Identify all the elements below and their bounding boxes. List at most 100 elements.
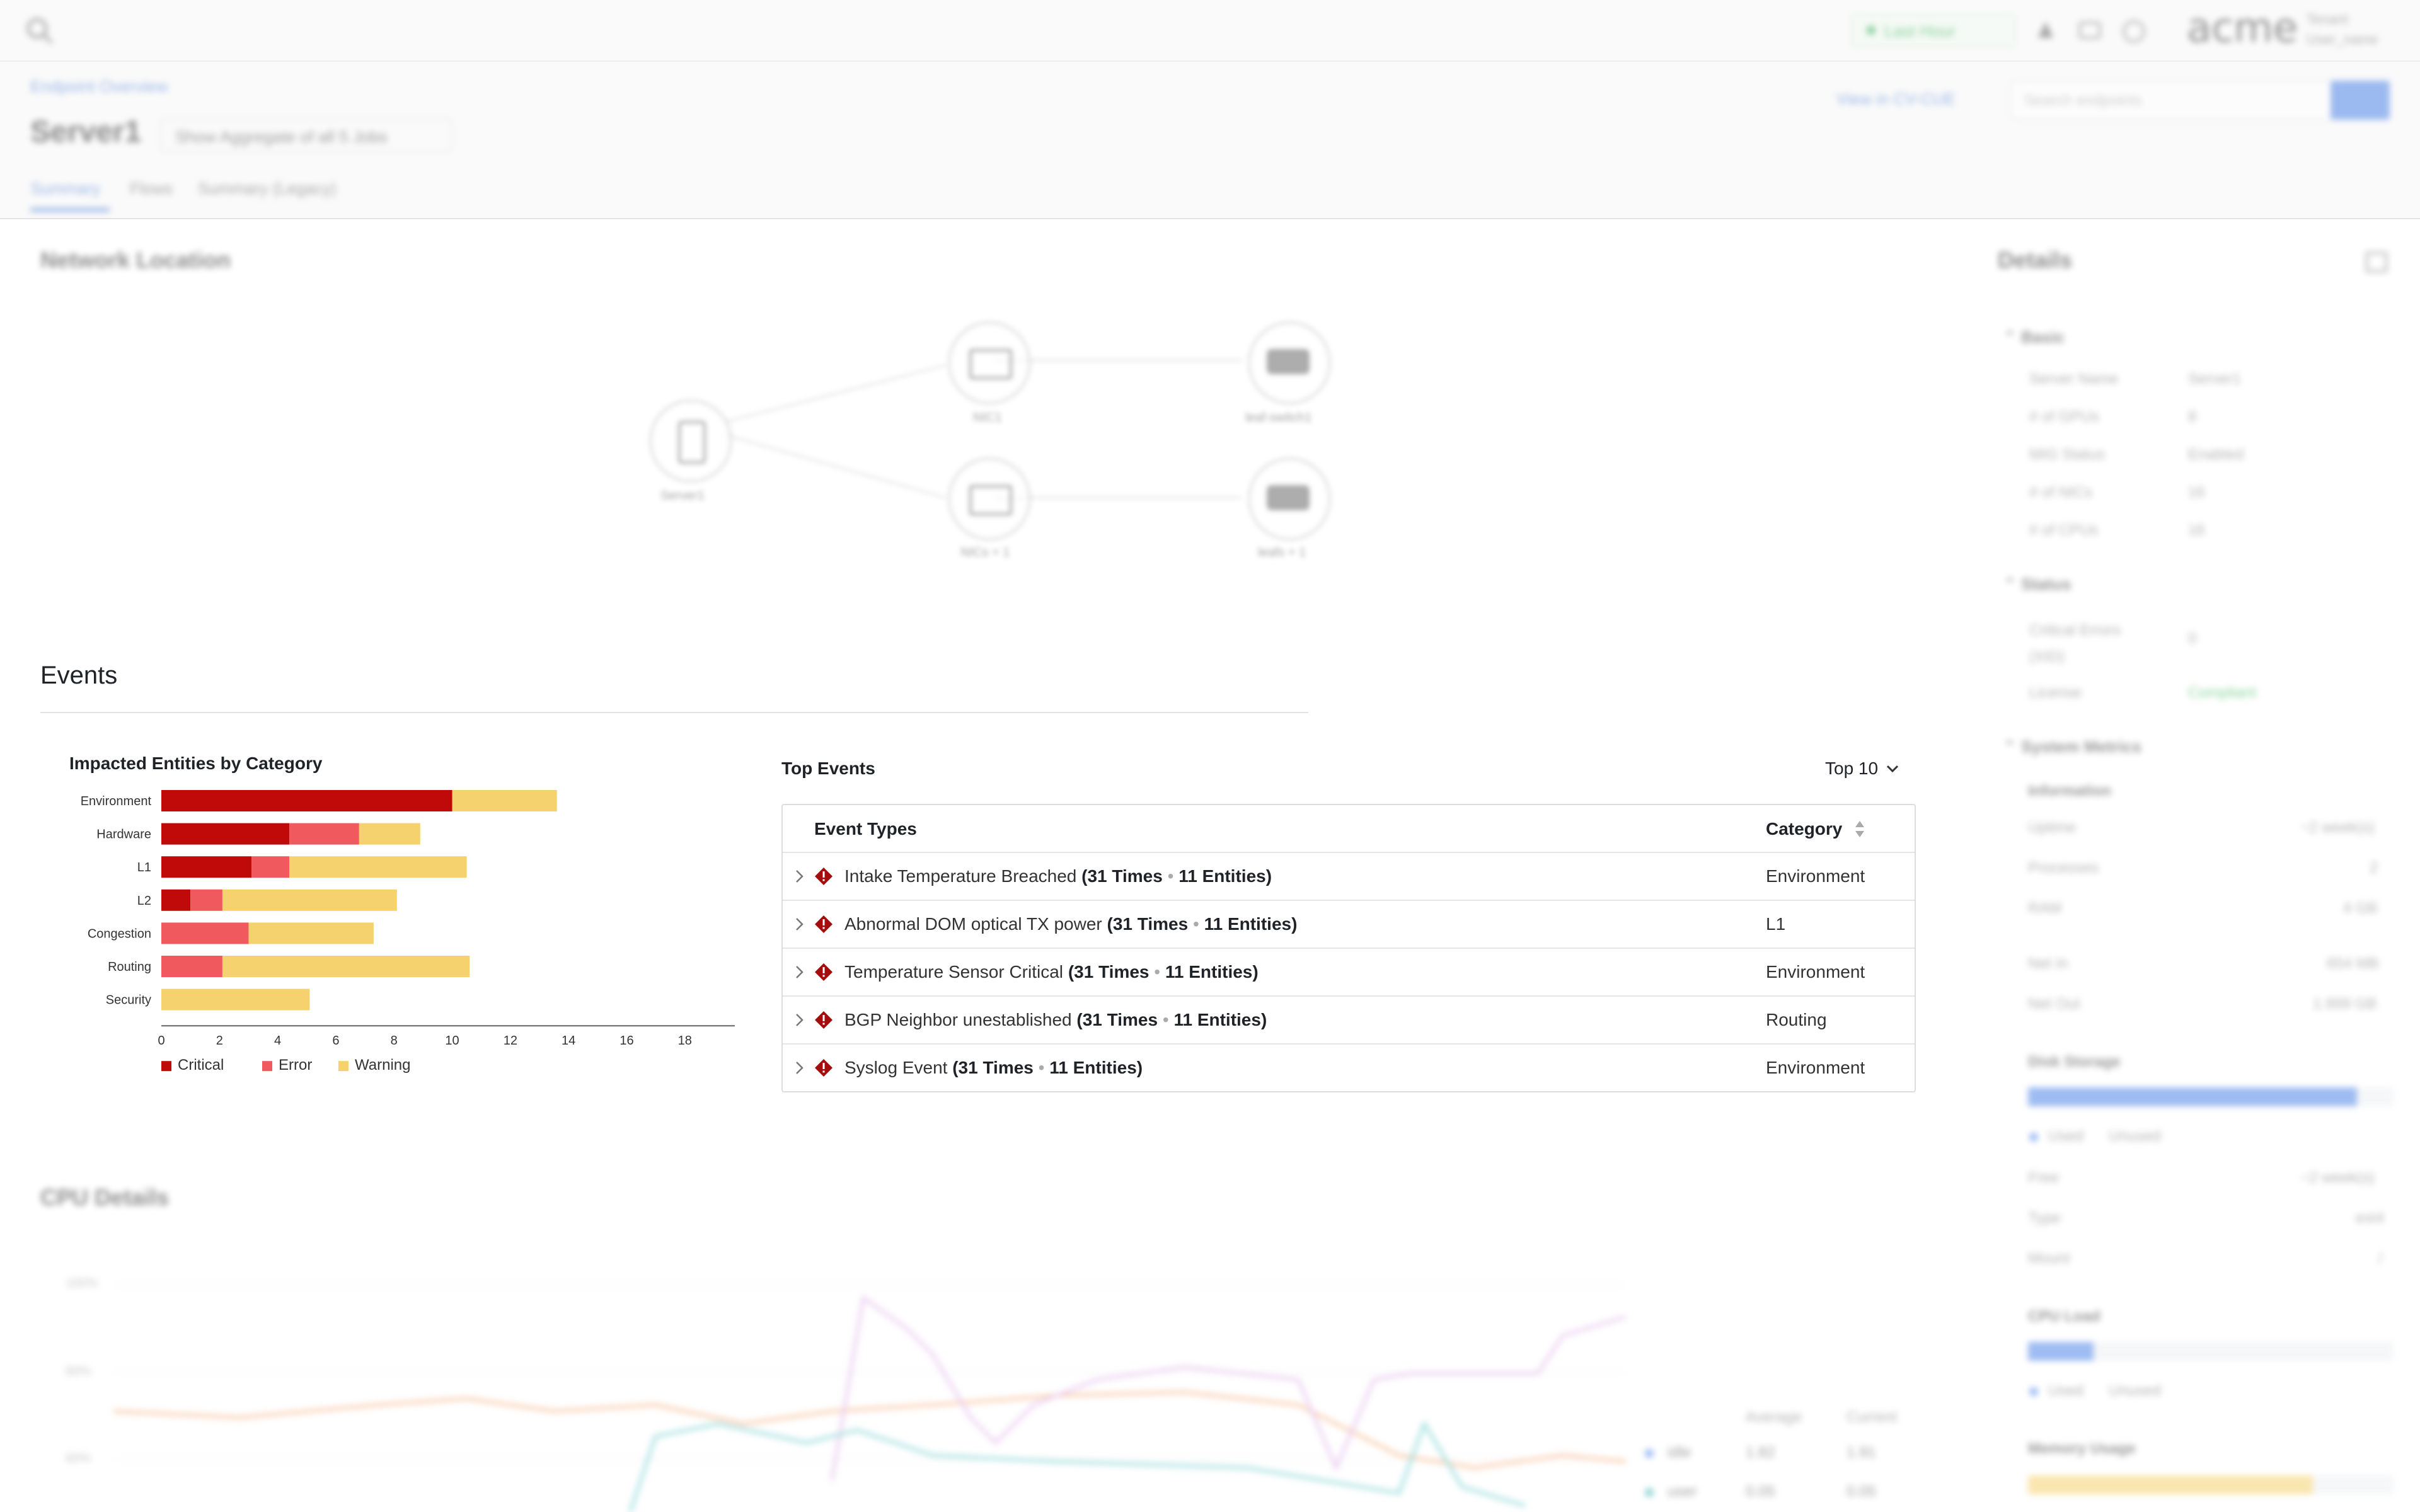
legend-label-critical: Critical	[178, 1057, 224, 1074]
separator-dot: •	[1162, 866, 1179, 886]
bar-critical	[161, 823, 290, 845]
legend-idle-dot	[1645, 1449, 1654, 1458]
chevron-right-icon[interactable]	[790, 1011, 809, 1029]
nics-group-node[interactable]	[948, 457, 1031, 541]
x-tick-label: 16	[619, 1034, 633, 1048]
leafs-group-node[interactable]	[1248, 457, 1331, 541]
chevron-right-icon[interactable]	[790, 915, 809, 934]
critical-errors-value: 0	[2188, 630, 2197, 647]
detail-value: 654 MB	[2327, 955, 2379, 972]
aggregate-select[interactable]: Show Aggregate of all 5 Jobs	[160, 118, 452, 152]
system-metrics-toggle[interactable]: ⌃ System Metrics	[2003, 737, 2141, 757]
legend-idle-average: 1.82	[1746, 1444, 1775, 1461]
bar-warning	[359, 823, 420, 845]
bar-error	[190, 889, 222, 911]
table-row[interactable]: Intake Temperature Breached (31 Times • …	[783, 853, 1915, 901]
status-section-toggle[interactable]: ⌃ Status	[2003, 575, 2071, 594]
memory-usage-fill	[2028, 1475, 2313, 1494]
chevron-right-icon[interactable]	[790, 963, 809, 982]
legend-swatch-warning	[338, 1061, 349, 1072]
legend-current-header: Current	[1847, 1409, 1898, 1426]
cpu-load-title: CPU Load	[2028, 1308, 2100, 1325]
y-tick-label: 60%	[66, 1452, 91, 1465]
legend-label-error: Error	[279, 1057, 312, 1074]
detail-key: Net Out	[2028, 995, 2080, 1012]
basic-section-toggle[interactable]: ⌃ Basic	[2003, 328, 2065, 347]
category-label: Security	[106, 994, 151, 1007]
detail-key: Net In	[2028, 955, 2069, 972]
event-name: Temperature Sensor Critical	[844, 962, 1064, 982]
server-node[interactable]	[649, 399, 732, 483]
tab-summary-legacy[interactable]: Summary (Legacy)	[198, 179, 337, 198]
bar-critical	[161, 889, 191, 911]
event-type: BGP Neighbor unestablished (31 Times • 1…	[844, 1010, 1267, 1030]
event-count: (31 Times	[952, 1058, 1034, 1077]
used-label: Used	[2048, 1128, 2084, 1145]
category-header[interactable]: Category	[1766, 819, 1866, 839]
active-tab-indicator	[30, 208, 110, 212]
detail-value: Server1	[2188, 370, 2242, 387]
chevron-right-icon[interactable]	[790, 1058, 809, 1077]
tab-summary[interactable]: Summary	[30, 179, 100, 198]
top-count-select[interactable]: Top 10	[1825, 759, 1901, 779]
event-type: Abnormal DOM optical TX power (31 Times …	[844, 914, 1297, 934]
separator-dot: •	[1033, 1058, 1050, 1077]
breadcrumb[interactable]: Endpoint Overview	[30, 77, 168, 96]
detail-value: /	[2378, 1250, 2383, 1267]
table-row[interactable]: BGP Neighbor unestablished (31 Times • 1…	[783, 997, 1915, 1045]
page-header: Endpoint Overview Server1 Show Aggregate…	[0, 62, 2420, 219]
endpoint-search-button[interactable]	[2331, 81, 2390, 120]
table-row[interactable]: Abnormal DOM optical TX power (31 Times …	[783, 901, 1915, 949]
nic-node[interactable]	[948, 321, 1031, 404]
event-category: Routing	[1766, 1010, 1827, 1029]
detail-key: RAM	[2028, 900, 2062, 917]
help-icon[interactable]	[2121, 19, 2146, 44]
endpoint-search-input[interactable]: Search endpoints	[2010, 81, 2334, 120]
x-tick-label: 18	[678, 1034, 692, 1048]
event-type: Intake Temperature Breached (31 Times • …	[844, 866, 1272, 886]
used-dot	[2029, 1133, 2038, 1142]
table-row[interactable]: Syslog Event (31 Times • 11 Entities) Env…	[783, 1045, 1915, 1091]
top-events-table: Event Types Category Intake Temperature …	[781, 804, 1916, 1092]
detail-key: Free	[2028, 1169, 2060, 1186]
separator-dot: •	[1149, 962, 1165, 982]
detail-value: ~2 week(s)	[2300, 1169, 2375, 1186]
collapse-panel-icon[interactable]	[2366, 252, 2387, 272]
unused-label: Unused	[2109, 1382, 2161, 1399]
chat-icon[interactable]	[2077, 19, 2102, 44]
x-tick-label: 0	[158, 1034, 164, 1048]
event-type: Temperature Sensor Critical (31 Times • …	[844, 962, 1259, 982]
chevron-down-icon	[1887, 765, 1899, 773]
chevron-right-icon[interactable]	[790, 867, 809, 886]
x-tick-label: 8	[391, 1034, 398, 1048]
separator-dot: •	[1158, 1010, 1174, 1029]
detail-value: 16	[2188, 484, 2205, 501]
event-category: Environment	[1766, 866, 1865, 886]
top-bar: Last Hour acme Tenant User_name	[0, 0, 2420, 62]
time-range-button[interactable]: Last Hour	[1850, 14, 2017, 48]
notification-icon[interactable]	[2033, 19, 2058, 44]
separator-dot: •	[1188, 914, 1204, 934]
table-header: Event Types Category	[783, 805, 1915, 853]
detail-value: 16	[2188, 522, 2205, 539]
table-row[interactable]: Temperature Sensor Critical (31 Times • …	[783, 949, 1915, 997]
license-label: License	[2029, 684, 2082, 701]
time-range-label: Last Hour	[1884, 21, 1956, 40]
detail-key: # of NICs	[2029, 484, 2093, 501]
view-in-cv-cue-link[interactable]: View in CV-CUE	[1836, 89, 1956, 109]
switch-icon	[1267, 349, 1310, 374]
category-label: Routing	[108, 960, 151, 974]
tab-flows[interactable]: Flows	[130, 179, 173, 198]
legend-idle-current: 1.91	[1847, 1444, 1876, 1461]
details-title: Details	[1998, 247, 2073, 273]
memory-usage-title: Memory Usage	[2028, 1440, 2136, 1457]
category-label: L2	[137, 894, 151, 908]
event-name: Abnormal DOM optical TX power	[844, 914, 1102, 934]
leaf-switch-node[interactable]	[1248, 321, 1331, 404]
event-entities: 11 Entities)	[1173, 1010, 1267, 1029]
event-name: Syslog Event	[844, 1058, 948, 1077]
detail-key: # of GPUs	[2029, 408, 2099, 425]
search-icon[interactable]	[25, 16, 54, 49]
category-label: Environment	[81, 794, 152, 808]
user-name[interactable]: User_name	[2307, 32, 2378, 48]
